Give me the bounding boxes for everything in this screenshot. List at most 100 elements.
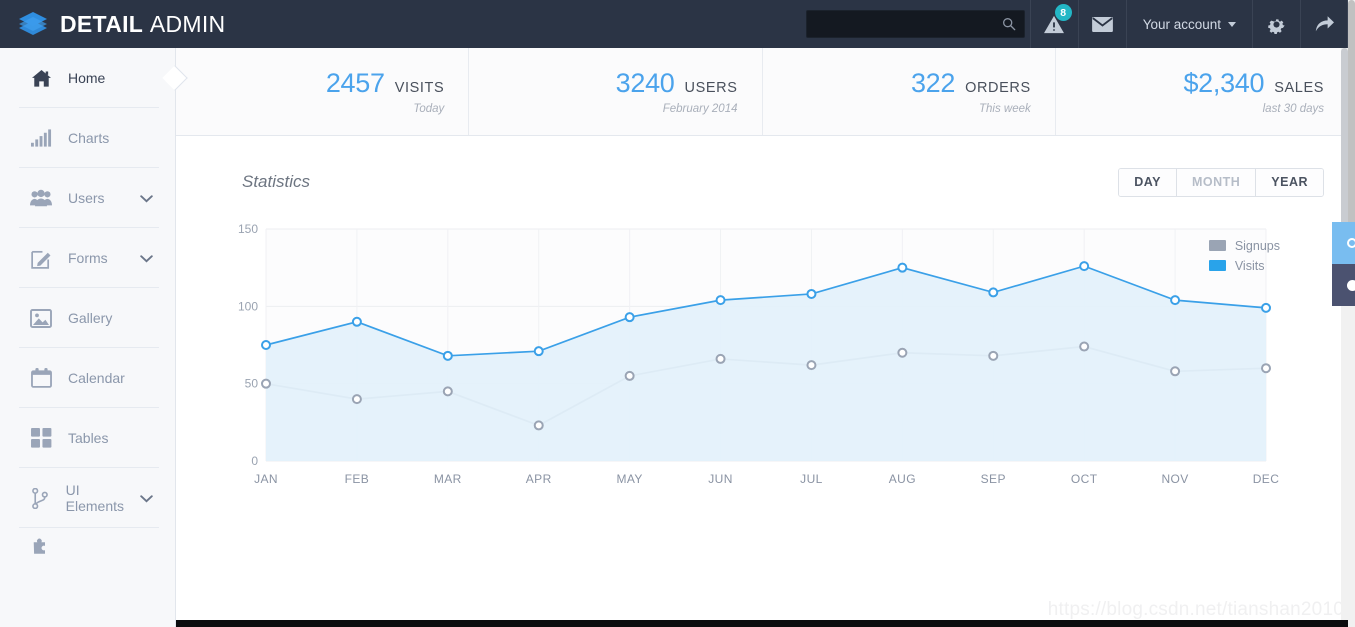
watermark-text: https://blog.csdn.net/tianshan2010 [1047,599,1344,620]
panel-header: Statistics DAY MONTH YEAR [200,136,1324,201]
stat-card-sales: $2,340 SALES last 30 days [1056,48,1348,135]
legend-label: Signups [1234,238,1280,253]
content-scrollbar[interactable] [1341,48,1348,627]
legend-label: Visits [1234,258,1265,273]
sidebar-item-label: Charts [68,130,110,146]
svg-text:50: 50 [245,376,259,390]
stat-value: $2,340 [1183,68,1265,98]
range-button-month[interactable]: MONTH [1176,169,1257,196]
main-content: 2457 VISITS Today 3240 USERS February 20… [176,48,1355,627]
sidebar-item-label: Gallery [68,310,113,326]
admin-dashboard: DETAIL ADMIN 8 Your account Home Charts … [0,0,1355,627]
stat-card-orders: 322 ORDERS This week [763,48,1056,135]
brand-light: ADMIN [149,10,226,37]
svg-text:JUN: JUN [708,472,733,486]
stat-label: SALES [1274,80,1324,96]
legend-item-signups: Signups [1208,238,1280,253]
chevron-down-icon[interactable] [140,250,153,266]
settings-button[interactable] [1252,0,1300,48]
share-arrow-icon [1315,16,1334,32]
svg-text:150: 150 [238,222,258,236]
sidebar-item-users[interactable]: Users [0,168,175,228]
area-chart-svg[interactable]: 0 50 100 150 JAN FEB MAR APR MAY JUN JUL AUG SEP OCT N… [218,215,1308,505]
svg-text:AUG: AUG [889,472,916,486]
svg-text:0: 0 [251,454,258,468]
sidebar-item-label: Calendar [68,370,125,386]
horizontal-scrollbar[interactable] [0,620,1348,627]
sidebar-item-calendar[interactable]: Calendar [0,348,175,408]
statistics-chart: 0 50 100 150 JAN FEB MAR APR MAY JUN JUL AUG SEP OCT N… [218,215,1324,505]
statistics-panel: Statistics DAY MONTH YEAR 0 50 100 150 JAN FE… [176,136,1355,505]
layers-icon [18,10,48,38]
stat-sublabel: last 30 days [1262,103,1324,115]
sidebar-item-label: Tables [68,430,109,446]
users-icon [30,189,52,207]
search-input[interactable] [806,11,1024,37]
image-icon [30,308,52,328]
stat-sublabel: February 2014 [662,103,738,115]
brand-logo-area[interactable]: DETAIL ADMIN [0,0,330,48]
stat-value: 3240 [615,68,675,98]
svg-text:APR: APR [526,472,552,486]
svg-text:MAR: MAR [434,472,462,486]
sidebar-item-ui-elements[interactable]: UI Elements [0,468,175,528]
svg-text:NOV: NOV [1161,472,1188,486]
chevron-down-icon[interactable] [140,190,153,206]
circle-filled-icon [1346,279,1355,291]
svg-text:OCT: OCT [1071,472,1098,486]
range-button-day[interactable]: DAY [1119,169,1177,196]
chevron-down-icon[interactable] [140,490,153,506]
page-scrollbar-thumb[interactable] [1348,0,1355,238]
stat-sublabel: Today [413,103,445,115]
stat-label: VISITS [394,80,445,96]
side-tab-circle-filled[interactable] [1332,264,1355,306]
side-tab-circle-outline[interactable] [1332,222,1355,264]
stat-value: 2457 [325,68,385,98]
stat-label: USERS [684,80,738,96]
messages-button[interactable] [1077,0,1126,48]
legend-swatch-signups [1208,240,1226,251]
chart-legend: Signups Visits [1208,238,1280,273]
sidebar-item-forms[interactable]: Forms [0,228,175,288]
search-area [805,0,1030,48]
range-button-group: DAY MONTH YEAR [1118,168,1324,197]
sitemap-icon [30,487,50,509]
alerts-button[interactable]: 8 [1029,0,1078,48]
search-icon[interactable] [1002,17,1016,36]
grid-squares-icon [30,428,52,448]
sidebar-item-gallery[interactable]: Gallery [0,288,175,348]
svg-text:JUL: JUL [800,472,823,486]
sidebar-item-label: UI Elements [65,482,124,514]
chevron-down-icon [1228,21,1236,27]
brand-title: DETAIL ADMIN [60,11,225,38]
sidebar-item-charts[interactable]: Charts [0,108,175,168]
logout-button[interactable] [1300,0,1348,48]
svg-text:JAN: JAN [254,472,278,486]
search-box[interactable] [805,10,1025,38]
sidebar-item-tables[interactable]: Tables [0,408,175,468]
stat-label: ORDERS [965,80,1031,96]
sidebar-item-partial[interactable] [0,528,175,556]
legend-swatch-visits [1208,260,1226,271]
stat-card-users: 3240 USERS February 2014 [469,48,763,135]
stats-summary-row: 2457 VISITS Today 3240 USERS February 20… [176,48,1348,136]
home-icon [30,69,52,88]
content-scrollbar-thumb[interactable] [1341,48,1348,238]
svg-text:100: 100 [238,299,258,313]
stat-sublabel: This week [978,103,1031,115]
edit-pencil-icon [30,248,52,269]
circle-outline-icon [1347,238,1355,248]
range-button-year[interactable]: YEAR [1256,169,1323,196]
alerts-badge: 8 [1054,4,1072,21]
sidebar-item-label: Home [68,70,106,86]
sidebar-item-home[interactable]: Home [0,48,188,108]
svg-text:FEB: FEB [345,472,370,486]
page-scrollbar[interactable] [1348,0,1355,627]
page-title: Statistics [242,172,311,192]
puzzle-icon [30,535,52,555]
account-menu[interactable]: Your account [1125,0,1252,48]
bar-chart-icon [30,129,52,147]
gear-icon [1268,18,1285,34]
account-label: Your account [1142,16,1221,32]
